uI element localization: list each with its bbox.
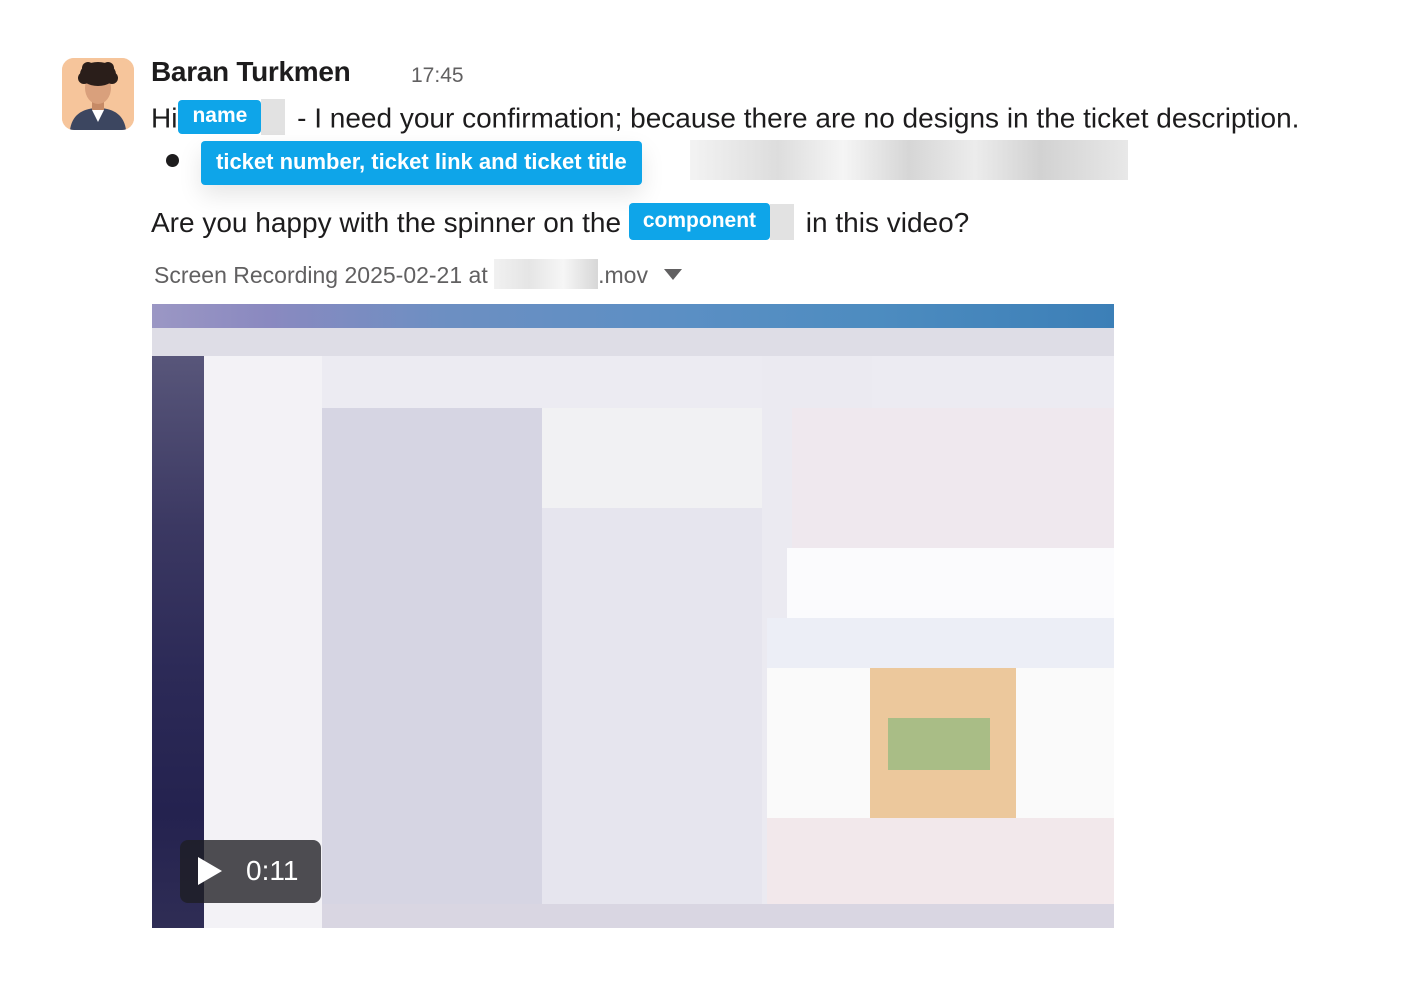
video-frame-top-bar bbox=[152, 304, 1114, 328]
redacted-filename-time bbox=[494, 259, 599, 289]
question-text-start: Are you happy with the spinner on the bbox=[151, 206, 629, 238]
video-frame-region bbox=[322, 408, 542, 928]
message-line-greeting: Hi name - I need your confirmation; becau… bbox=[151, 99, 1300, 138]
confirmation-text: - I need your confirmation; because ther… bbox=[289, 102, 1300, 134]
avatar[interactable] bbox=[62, 58, 134, 130]
video-frame-region bbox=[767, 618, 1114, 668]
video-frame-region bbox=[542, 508, 762, 928]
play-icon bbox=[198, 857, 222, 885]
bullet-point bbox=[166, 154, 179, 167]
component-tag: component bbox=[628, 203, 771, 240]
redacted-component bbox=[770, 203, 795, 240]
video-duration: 0:11 bbox=[246, 855, 299, 886]
video-frame-region bbox=[152, 328, 1114, 356]
filename-text: Screen Recording 2025-02-21 at bbox=[154, 262, 495, 289]
video-frame-region bbox=[888, 718, 990, 770]
ticket-tag: ticket number, ticket link and ticket ti… bbox=[201, 141, 642, 185]
message-line-question: Are you happy with the spinner on the co… bbox=[151, 203, 970, 243]
filename-extension: .mov bbox=[598, 262, 648, 289]
greeting-text: Hi bbox=[151, 102, 178, 134]
question-text-end: in this video? bbox=[798, 206, 970, 238]
video-frame-region bbox=[542, 408, 762, 508]
message-author[interactable]: Baran Turkmen bbox=[151, 56, 351, 88]
name-tag: name bbox=[178, 100, 262, 134]
attachment-filename[interactable]: Screen Recording 2025-02-21 at .mov bbox=[154, 259, 682, 292]
caret-down-icon[interactable] bbox=[663, 268, 682, 280]
video-frame-region bbox=[792, 408, 1114, 548]
video-frame-region bbox=[787, 548, 1114, 618]
video-frame-region bbox=[322, 904, 1114, 928]
redacted-name bbox=[261, 99, 286, 135]
redacted-ticket-link bbox=[690, 140, 1128, 180]
video-play-button[interactable]: 0:11 bbox=[180, 840, 321, 903]
message-timestamp[interactable]: 17:45 bbox=[411, 64, 464, 88]
video-player[interactable]: 0:11 bbox=[152, 304, 1114, 928]
